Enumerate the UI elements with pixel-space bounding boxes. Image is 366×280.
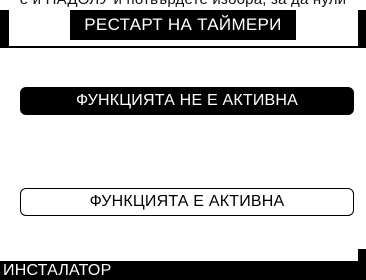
left-frame bbox=[0, 10, 9, 48]
option-function-inactive[interactable]: ФУНКЦИЯТА НЕ Е АКТИВНА bbox=[20, 87, 354, 115]
footer-notch bbox=[358, 249, 366, 261]
option-function-active[interactable]: ФУНКЦИЯТА Е АКТИВНА bbox=[20, 188, 354, 216]
page-title: РЕСТАРТ НА ТАЙМЕРИ bbox=[70, 10, 296, 40]
screen-area bbox=[0, 10, 366, 280]
instruction-text: е и НАДОЛУ и потвърдете избора, за да ну… bbox=[0, 0, 366, 9]
title-bar: РЕСТАРТ НА ТАЙМЕРИ bbox=[9, 10, 358, 48]
right-frame bbox=[358, 10, 366, 48]
title-divider bbox=[9, 46, 358, 48]
footer-installer-label: ИНСТАЛАТОР bbox=[0, 261, 366, 280]
device-screen: е и НАДОЛУ и потвърдете избора, за да ну… bbox=[0, 0, 366, 280]
